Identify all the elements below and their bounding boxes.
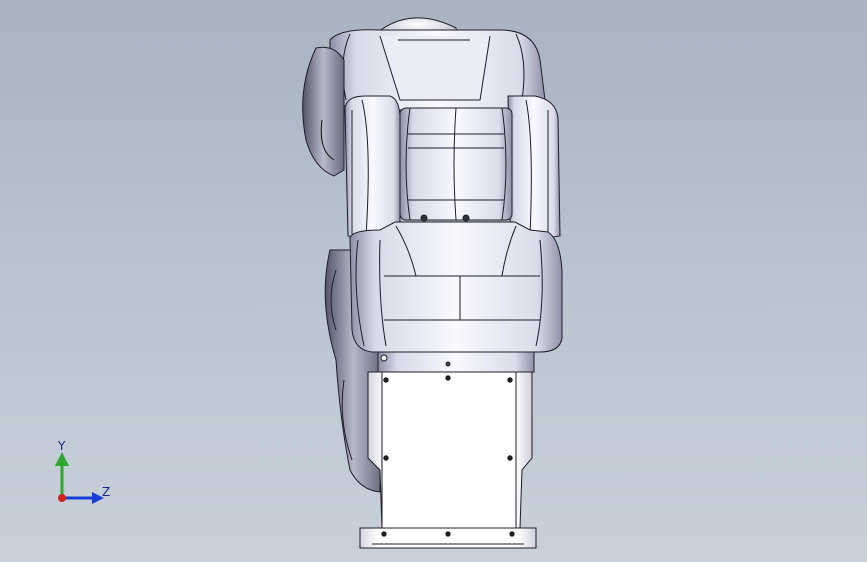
forearm-cylinder <box>399 107 513 221</box>
elbow-left-housing <box>344 95 401 241</box>
base-neck <box>377 351 535 373</box>
base-flange <box>359 527 537 549</box>
base-cabinet <box>367 371 533 529</box>
3d-viewport[interactable]: Y Z <box>0 0 867 562</box>
y-axis-label: Y <box>57 439 66 453</box>
y-axis-arrow <box>55 452 69 466</box>
rear-motor-disk <box>302 46 345 177</box>
axis-triad: Y Z <box>55 439 110 504</box>
x-axis-dot <box>58 494 66 502</box>
shoulder-housing <box>349 221 563 353</box>
robot-arm-model[interactable] <box>0 0 867 562</box>
elbow-right-housing <box>507 95 561 241</box>
z-axis-label: Z <box>102 485 110 499</box>
